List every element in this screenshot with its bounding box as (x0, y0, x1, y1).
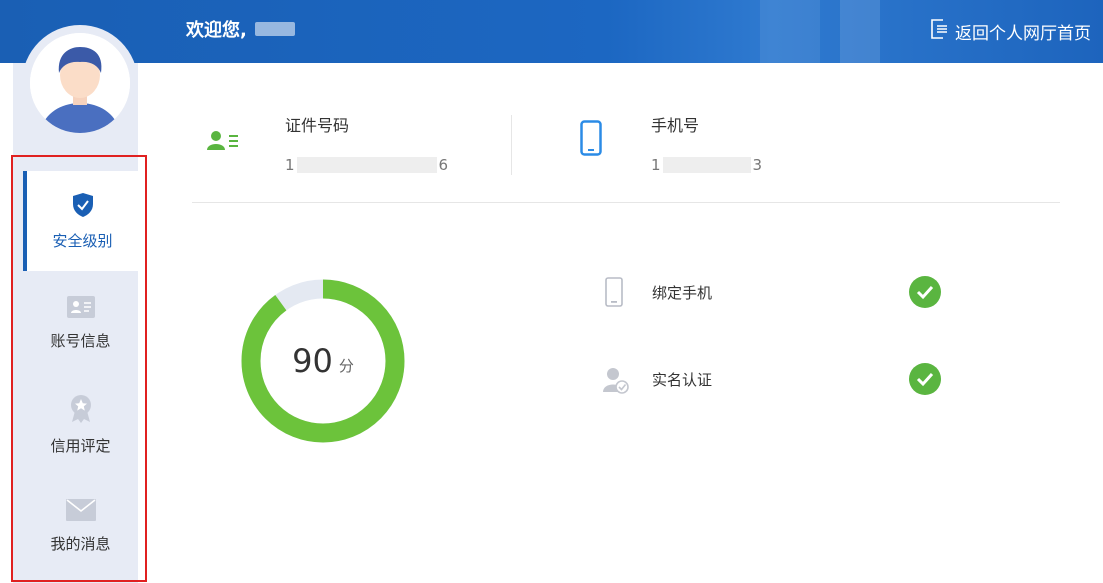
shield-check-icon (71, 192, 95, 222)
sidebar-item-label: 我的消息 (50, 534, 111, 553)
vertical-divider (511, 115, 512, 175)
id-number-value: 1 6 (285, 156, 448, 174)
username-redacted (254, 22, 295, 36)
return-home-label: 返回个人网厅首页 (955, 24, 1091, 44)
score-unit: 分 (338, 356, 354, 375)
sidebar-item-credit-rating[interactable]: 信用评定 (23, 375, 138, 475)
id-number-start: 1 (285, 156, 295, 174)
avatar (22, 25, 138, 141)
sidebar-item-account-info[interactable]: 账号信息 (23, 273, 138, 373)
mobile-phone-icon (580, 120, 602, 160)
sidebar-item-label: 信用评定 (50, 436, 111, 455)
check-item-real-name: 实名认证 (600, 359, 950, 399)
envelope-icon (65, 498, 96, 525)
return-home-link[interactable]: 返回个人网厅首页 (929, 18, 1091, 45)
phone-number-label: 手机号 (651, 116, 700, 135)
phone-number-block: 手机号 1 3 (651, 112, 762, 174)
check-label: 绑定手机 (652, 283, 713, 302)
check-item-bind-phone: 绑定手机 (600, 272, 950, 312)
check-ok-icon (909, 276, 941, 312)
page: 欢迎您, 返回个人网厅首页 安全级别 账号信息 信用评定 我的消息 证件号码 1… (0, 0, 1103, 583)
security-score: 90 分 (240, 278, 406, 444)
score-value: 90 (292, 342, 333, 380)
id-number-block: 证件号码 1 6 (285, 112, 448, 174)
avatar-image (30, 33, 130, 133)
sidebar-item-label: 账号信息 (50, 331, 111, 350)
phone-number-value: 1 3 (651, 156, 762, 174)
horizontal-divider (192, 202, 1060, 203)
check-ok-icon (909, 363, 941, 399)
header-decoration (760, 0, 820, 63)
sidebar-item-security-level[interactable]: 安全级别 (23, 171, 138, 271)
welcome-text: 欢迎您, (186, 20, 247, 41)
id-number-end: 6 (438, 156, 449, 174)
redacted-mask (662, 157, 751, 173)
sidebar-item-label: 安全级别 (52, 231, 113, 250)
id-card-icon (66, 295, 95, 322)
check-label: 实名认证 (652, 370, 713, 389)
exit-icon (929, 18, 949, 45)
id-number-label: 证件号码 (285, 116, 350, 135)
phone-icon (605, 277, 623, 311)
id-card-icon (207, 130, 243, 154)
phone-number-end: 3 (752, 156, 763, 174)
top-header: 欢迎您, 返回个人网厅首页 (0, 0, 1103, 63)
user-verified-icon (603, 366, 629, 398)
sidebar-item-my-messages[interactable]: 我的消息 (23, 476, 138, 576)
redacted-mask (296, 157, 437, 173)
phone-number-start: 1 (651, 156, 661, 174)
welcome-message: 欢迎您, (186, 16, 295, 42)
badge-icon (69, 394, 93, 427)
header-decoration (840, 0, 880, 63)
